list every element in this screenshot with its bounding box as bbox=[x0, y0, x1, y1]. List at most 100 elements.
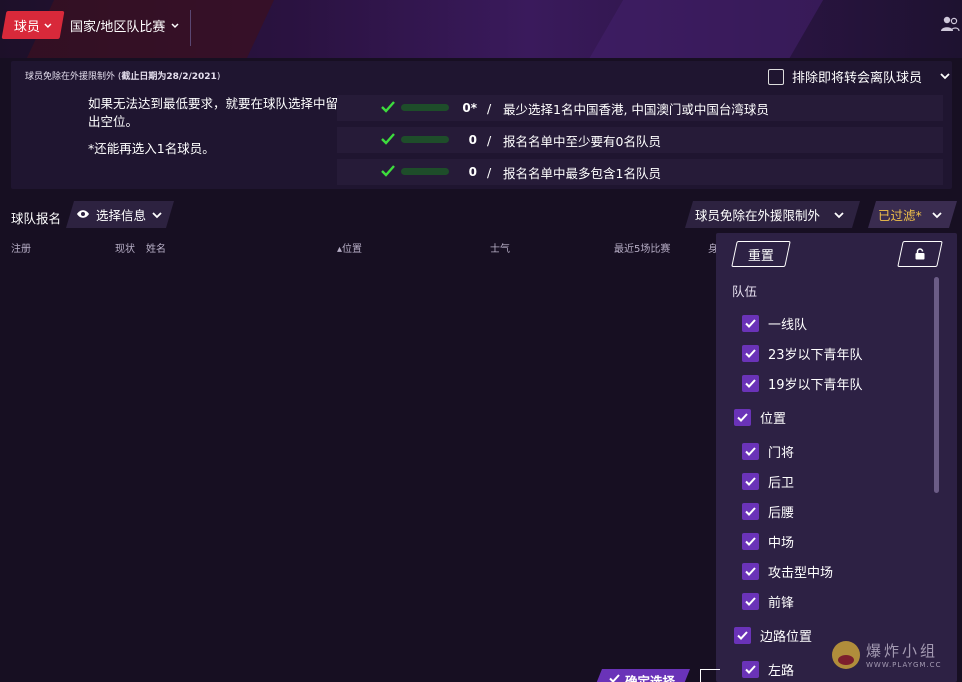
requirement-count: 0 bbox=[468, 165, 477, 179]
filter-option-label: 攻击型中场 bbox=[768, 566, 834, 581]
exempt-filter-dropdown[interactable]: 球员免除在外援限制外 bbox=[685, 201, 860, 228]
filter-group-wing[interactable]: 边路位置 bbox=[734, 626, 812, 645]
checkbox-checked[interactable] bbox=[734, 627, 751, 644]
separator: / bbox=[487, 100, 492, 116]
filter-option[interactable]: 后卫 bbox=[742, 472, 794, 491]
tab-national-label: 国家/地区队比赛 bbox=[70, 19, 166, 35]
column-header-last5[interactable]: 最近5场比赛 bbox=[614, 240, 670, 255]
requirement-text: 最少选择1名中国香港, 中国澳门或中国台湾球员 bbox=[503, 101, 769, 117]
checkbox-checked[interactable] bbox=[742, 443, 759, 460]
checkbox-checked[interactable] bbox=[742, 375, 759, 392]
checkbox-checked[interactable] bbox=[742, 345, 759, 362]
filter-option[interactable]: 19岁以下青年队 bbox=[742, 374, 863, 393]
filter-option-label: 左路 bbox=[768, 664, 795, 679]
progress-bar bbox=[401, 104, 449, 111]
checkbox-checked[interactable] bbox=[742, 473, 759, 490]
filter-option[interactable]: 前锋 bbox=[742, 592, 794, 611]
column-header-status[interactable]: 现状 bbox=[115, 240, 135, 255]
check-icon bbox=[380, 132, 396, 149]
filter-option[interactable]: 中场 bbox=[742, 532, 794, 551]
exclude-checkbox[interactable] bbox=[768, 68, 784, 85]
filter-dropdown: 重置 队伍 一线队 23岁以下青年队 19岁以下青年队 位置 门将 后卫 后腰 … bbox=[716, 233, 957, 682]
header-decoration bbox=[571, 0, 829, 58]
filter-option[interactable]: 攻击型中场 bbox=[742, 562, 833, 581]
people-icon[interactable] bbox=[940, 15, 960, 33]
secondary-button[interactable] bbox=[700, 669, 720, 682]
checkbox-checked[interactable] bbox=[742, 593, 759, 610]
requirement-count: 0 bbox=[468, 133, 477, 147]
filter-option-label: 后卫 bbox=[768, 476, 795, 491]
requirements-title-text: 球员免除在外援限制外 ( bbox=[25, 72, 122, 82]
requirements-title-suffix: ) bbox=[216, 72, 221, 82]
scrollbar[interactable] bbox=[934, 277, 939, 493]
checkbox-checked[interactable] bbox=[734, 409, 751, 426]
tab-national-matches[interactable]: 国家/地区队比赛 bbox=[70, 11, 179, 39]
chevron-down-icon[interactable] bbox=[940, 69, 950, 84]
chevron-down-icon bbox=[152, 207, 162, 222]
tab-player[interactable]: 球员 bbox=[1, 11, 65, 39]
chevron-down-icon bbox=[171, 18, 179, 33]
watermark-url: WWW.PLAYGM.CC bbox=[866, 661, 942, 669]
chevron-down-icon bbox=[834, 207, 844, 222]
checkbox-checked[interactable] bbox=[742, 533, 759, 550]
top-bar: 球员 国家/地区队比赛 bbox=[0, 0, 962, 58]
requirements-panel: 球员免除在外援限制外 (截止日期为28/2/2021) 如果无法达到最低要求，就… bbox=[11, 61, 952, 189]
confirm-selection-button[interactable]: 确定选择 bbox=[594, 669, 690, 682]
filter-option[interactable]: 后腰 bbox=[742, 502, 794, 521]
eye-icon bbox=[76, 207, 90, 222]
reset-label: 重置 bbox=[747, 248, 774, 264]
progress-bar bbox=[401, 168, 449, 175]
requirements-note: 如果无法达到最低要求，就要在球队选择中留出空位。 bbox=[88, 96, 339, 129]
filtered-dropdown-button[interactable]: 已过滤* bbox=[868, 201, 957, 228]
confirm-selection-label: 确定选择 bbox=[624, 674, 675, 682]
squad-registration-label: 球队报名 bbox=[11, 211, 62, 226]
requirements-title: 球员免除在外援限制外 (截止日期为28/2/2021) bbox=[25, 69, 220, 82]
watermark-logo-icon bbox=[832, 640, 860, 669]
filter-group-position[interactable]: 位置 bbox=[734, 408, 786, 427]
filter-option-label: 23岁以下青年队 bbox=[768, 348, 863, 363]
filter-option-label: 后腰 bbox=[768, 506, 795, 521]
column-header-name[interactable]: 姓名 bbox=[146, 240, 166, 255]
chevron-down-icon bbox=[932, 207, 942, 222]
filter-group-label: 位置 bbox=[760, 412, 787, 427]
watermark-title: 爆炸小组 bbox=[866, 642, 939, 660]
requirement-count: 0* bbox=[462, 101, 477, 115]
exclude-leaving-players-toggle[interactable]: 排除即将转会离队球员 bbox=[768, 67, 950, 86]
requirement-text: 报名名单中最多包含1名队员 bbox=[503, 165, 661, 181]
tab-player-label: 球员 bbox=[13, 19, 40, 35]
divider bbox=[190, 10, 191, 46]
lock-button[interactable] bbox=[897, 241, 943, 267]
checkbox-checked[interactable] bbox=[742, 661, 759, 678]
unlock-icon bbox=[915, 248, 925, 260]
deadline-date: 28/2/2021 bbox=[166, 72, 217, 82]
requirement-row: 0 / 报名名单中最多包含1名队员 bbox=[337, 159, 943, 185]
requirement-row: 0 / 报名名单中至少要有0名队员 bbox=[337, 127, 943, 153]
filtered-label: 已过滤* bbox=[878, 208, 922, 223]
filter-group-label: 边路位置 bbox=[760, 630, 813, 645]
exclude-label: 排除即将转会离队球员 bbox=[792, 71, 923, 86]
checkbox-checked[interactable] bbox=[742, 315, 759, 332]
check-icon bbox=[380, 164, 396, 181]
check-icon bbox=[609, 671, 620, 682]
chevron-down-icon bbox=[44, 18, 52, 33]
progress-bar bbox=[401, 136, 449, 143]
checkbox-checked[interactable] bbox=[742, 503, 759, 520]
filter-group-team: 队伍 bbox=[732, 284, 758, 299]
column-header-morale[interactable]: 士气 bbox=[490, 240, 510, 255]
select-info-label: 选择信息 bbox=[96, 208, 147, 223]
requirements-remaining-note: *还能再选入1名球员。 bbox=[88, 141, 215, 156]
checkbox-checked[interactable] bbox=[742, 563, 759, 580]
deadline-label: 截止日期为 bbox=[121, 72, 167, 82]
filter-option[interactable]: 一线队 bbox=[742, 314, 807, 333]
filter-option[interactable]: 门将 bbox=[742, 442, 794, 461]
filter-option-label: 中场 bbox=[768, 536, 795, 551]
reset-button[interactable]: 重置 bbox=[731, 241, 791, 267]
check-icon bbox=[380, 100, 396, 117]
filter-option[interactable]: 左路 bbox=[742, 660, 794, 679]
column-header-position[interactable]: ▴位置 bbox=[337, 240, 362, 255]
column-header-register[interactable]: 注册 bbox=[11, 240, 31, 255]
filter-option[interactable]: 23岁以下青年队 bbox=[742, 344, 863, 363]
watermark-text: 爆炸小组 WWW.PLAYGM.CC bbox=[866, 640, 941, 669]
exempt-filter-label: 球员免除在外援限制外 bbox=[695, 208, 821, 223]
select-info-button[interactable]: 选择信息 bbox=[66, 201, 174, 228]
